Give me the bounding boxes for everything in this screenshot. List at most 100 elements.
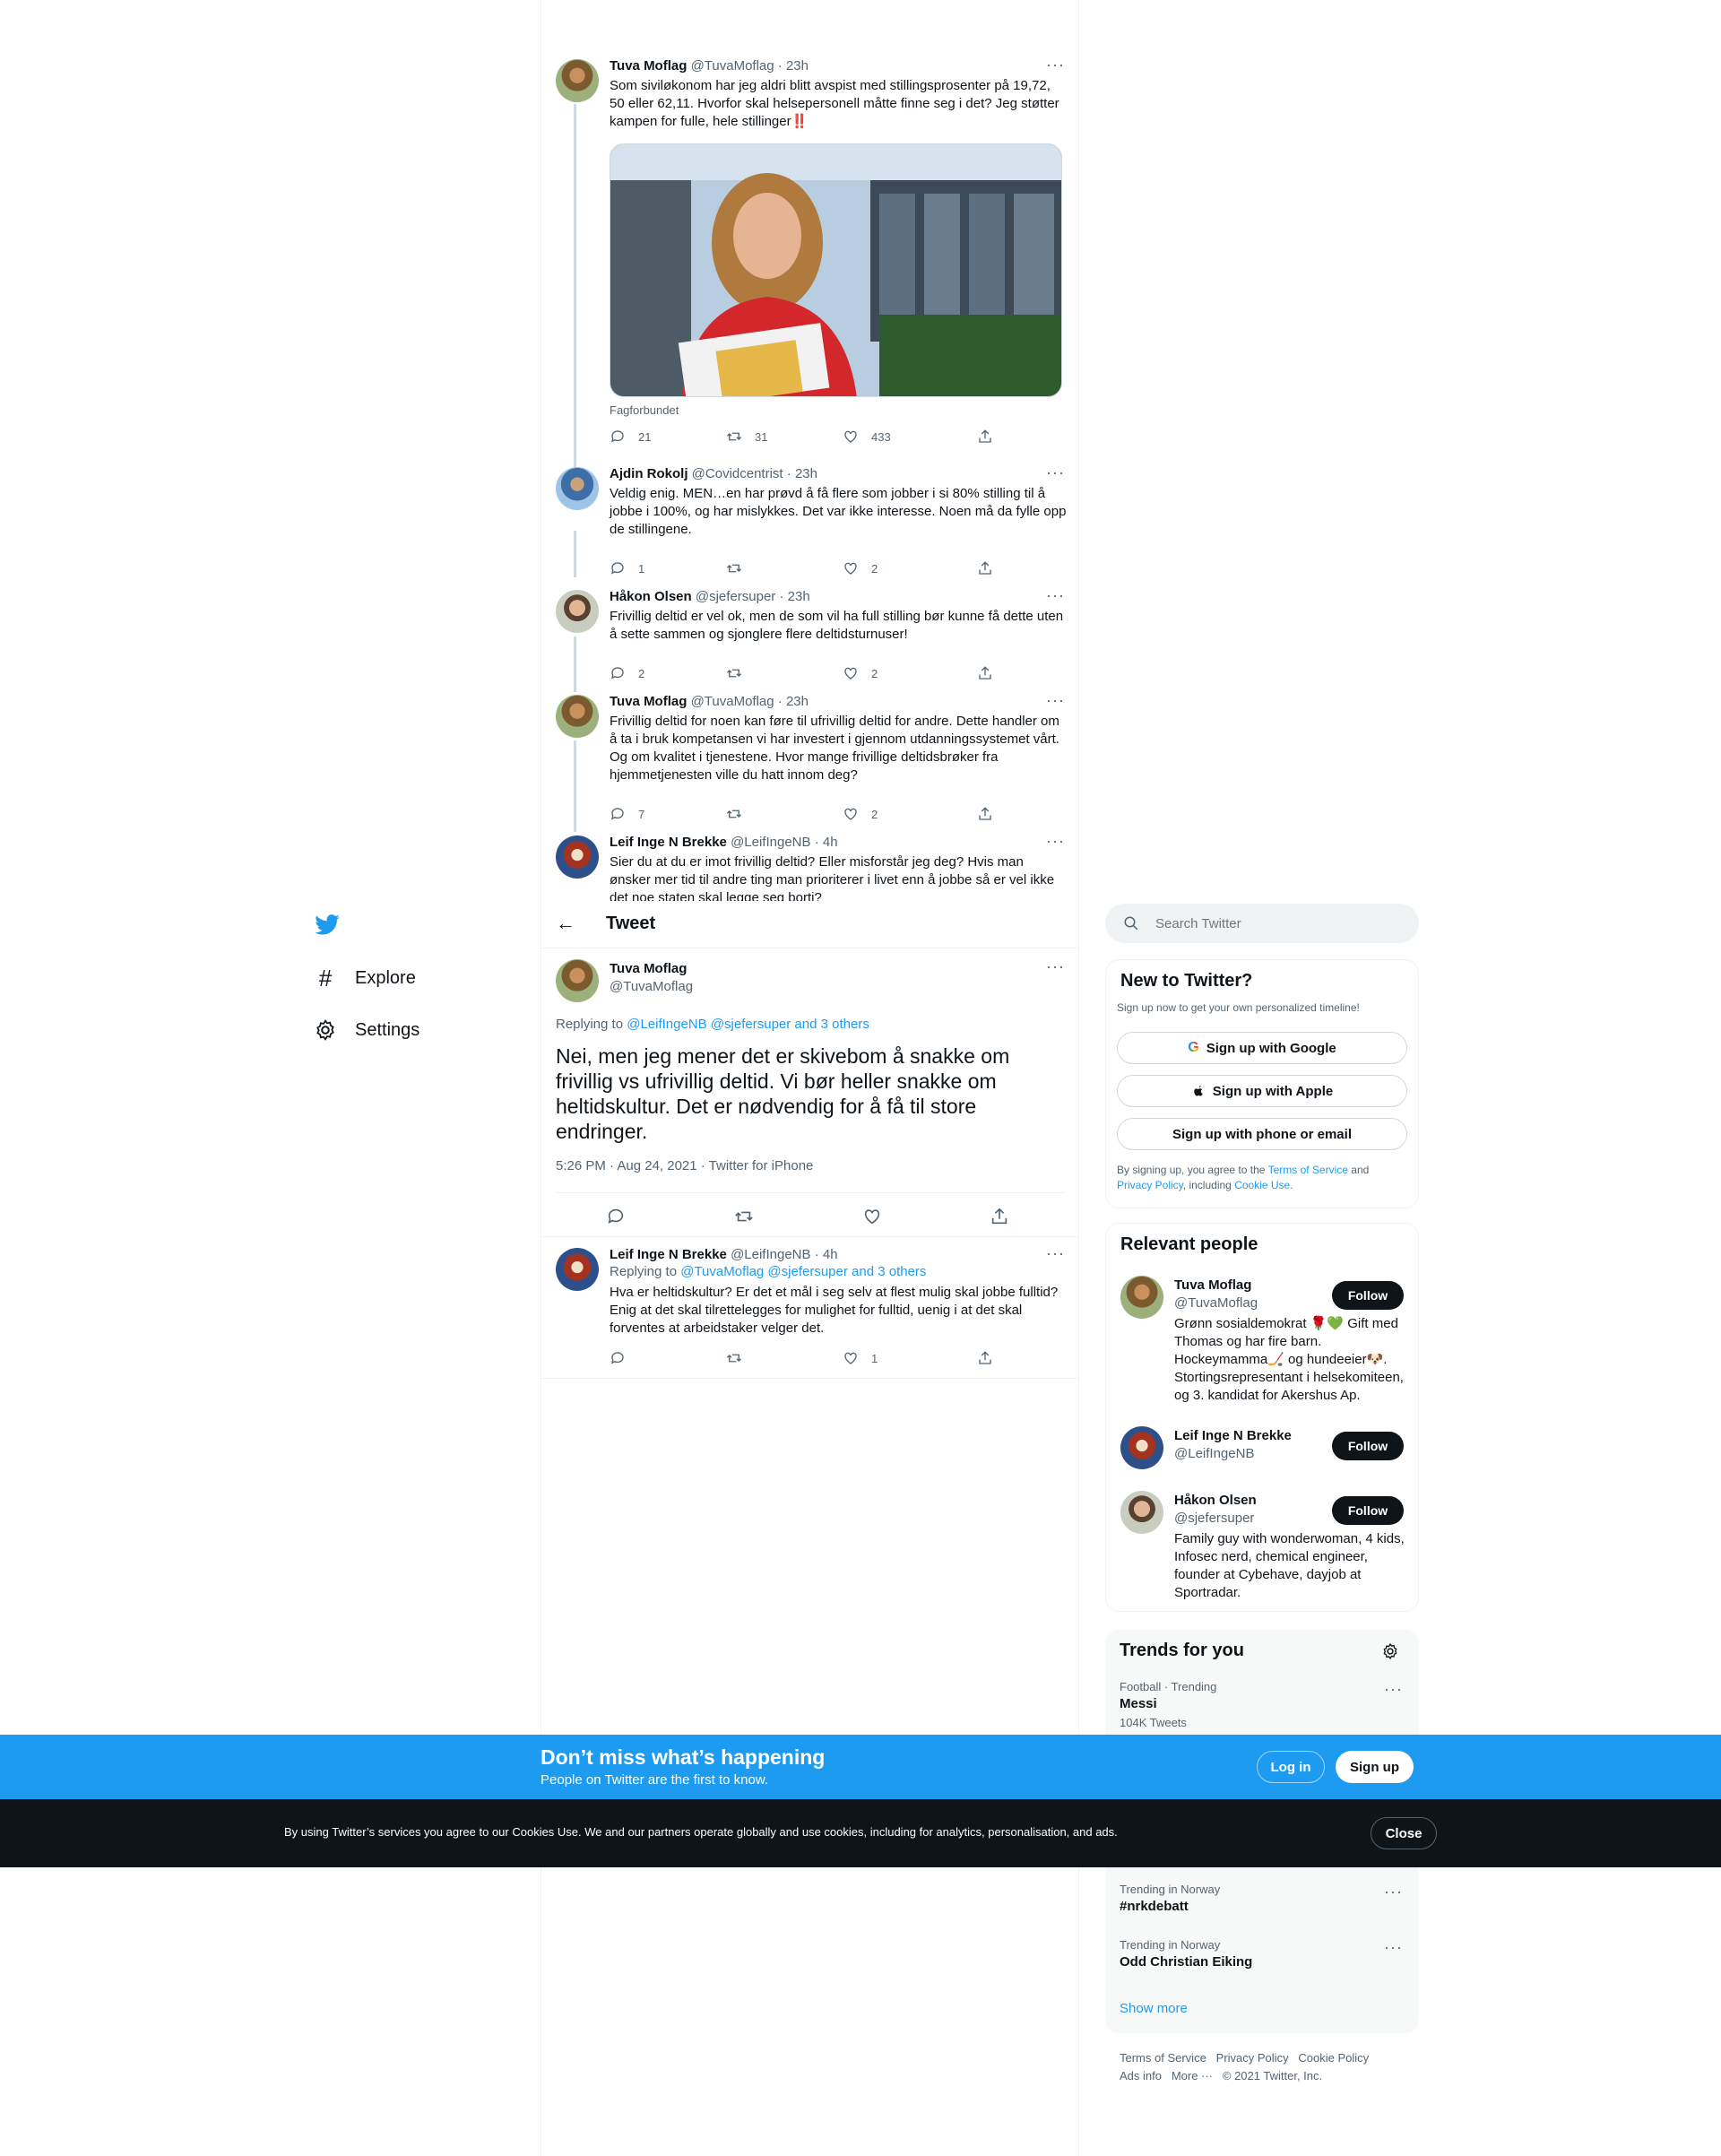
avatar[interactable]: [556, 467, 599, 510]
trends-settings-icon[interactable]: [1381, 1642, 1399, 1665]
author-handle[interactable]: @LeifIngeNB: [731, 1247, 810, 1262]
thread-tweet[interactable]: Tuva Moflag @TuvaMoflag · 23h ··· Frivil…: [541, 691, 1079, 821]
author-handle[interactable]: @Covidcentrist: [692, 466, 783, 481]
share-button[interactable]: [990, 1207, 1009, 1231]
search-input[interactable]: [1155, 915, 1397, 931]
author-name[interactable]: Håkon Olsen: [610, 589, 692, 604]
more-options-icon[interactable]: ···: [1384, 1680, 1403, 1699]
avatar[interactable]: [556, 59, 599, 102]
signup-apple-button[interactable]: Sign up with Apple: [1117, 1075, 1407, 1107]
signup-google-button[interactable]: G Sign up with Google: [1117, 1032, 1407, 1064]
avatar[interactable]: [1120, 1276, 1163, 1319]
reply-button[interactable]: 1: [610, 560, 644, 576]
like-button[interactable]: 2: [843, 560, 878, 576]
thread-tweet[interactable]: Ajdin Rokolj @Covidcentrist · 23h ··· Ve…: [541, 463, 1079, 580]
footer-privacy-link[interactable]: Privacy Policy: [1216, 2051, 1289, 2065]
share-button[interactable]: [977, 560, 993, 576]
tweet-photo[interactable]: [610, 143, 1062, 397]
more-options-icon[interactable]: ···: [1046, 832, 1065, 851]
avatar[interactable]: [556, 959, 599, 1002]
reply-button[interactable]: [610, 1350, 626, 1366]
cookie-close-button[interactable]: Close: [1371, 1817, 1437, 1849]
reply-button[interactable]: 7: [610, 806, 644, 822]
footer-more-link[interactable]: More ···: [1172, 2069, 1213, 2082]
person-name[interactable]: Håkon Olsen: [1174, 1493, 1257, 1508]
more-options-icon[interactable]: ···: [1046, 1244, 1065, 1263]
share-button[interactable]: [977, 665, 993, 681]
search-box[interactable]: [1105, 904, 1419, 943]
retweet-button[interactable]: [726, 806, 742, 822]
share-button[interactable]: [977, 806, 993, 822]
twitter-logo-icon[interactable]: [314, 911, 342, 939]
thread-tweet[interactable]: Tuva Moflag @TuvaMoflag · 23h ··· Som si…: [541, 56, 1079, 459]
author-handle[interactable]: @LeifIngeNB: [731, 835, 810, 850]
like-button[interactable]: 2: [843, 806, 878, 822]
tweet-time[interactable]: · 23h: [778, 58, 809, 74]
avatar[interactable]: [556, 836, 599, 879]
back-arrow-icon[interactable]: ←: [556, 913, 575, 933]
retweet-button[interactable]: 31: [726, 429, 767, 445]
author-name[interactable]: Tuva Moflag: [610, 58, 687, 74]
footer-cookie-link[interactable]: Cookie Policy: [1298, 2051, 1369, 2065]
nav-explore[interactable]: # Explore: [314, 963, 416, 993]
thread-tweet[interactable]: Leif Inge N Brekke @LeifIngeNB · 4h ··· …: [541, 832, 1079, 901]
follow-button[interactable]: Follow: [1332, 1496, 1404, 1525]
follow-button[interactable]: Follow: [1332, 1281, 1404, 1310]
footer-ads-link[interactable]: Ads info: [1120, 2069, 1162, 2082]
tweet-time[interactable]: · 23h: [787, 466, 817, 481]
author-name[interactable]: Leif Inge N Brekke: [610, 835, 727, 850]
footer-terms-link[interactable]: Terms of Service: [1120, 2051, 1206, 2065]
media-caption[interactable]: Fagforbundet: [610, 403, 679, 417]
like-button[interactable]: [862, 1207, 882, 1231]
privacy-link[interactable]: Privacy Policy: [1117, 1179, 1183, 1191]
follow-button[interactable]: Follow: [1332, 1432, 1404, 1460]
more-options-icon[interactable]: ···: [1046, 56, 1065, 74]
tweet-time[interactable]: · 4h: [815, 1247, 838, 1262]
reply-button[interactable]: 21: [610, 429, 651, 445]
person-item[interactable]: Håkon Olsen @sjefersuper Follow Family g…: [1106, 1491, 1418, 1607]
retweet-button[interactable]: [734, 1207, 754, 1231]
author-name[interactable]: Leif Inge N Brekke: [610, 1247, 727, 1262]
tweet-meta[interactable]: 5:26 PM · Aug 24, 2021 · Twitter for iPh…: [556, 1158, 813, 1173]
retweet-button[interactable]: [726, 560, 742, 576]
more-options-icon[interactable]: ···: [1046, 463, 1065, 482]
nav-settings[interactable]: Settings: [314, 1015, 419, 1045]
reply-button[interactable]: 2: [610, 665, 644, 681]
author-handle[interactable]: @sjefersuper: [696, 589, 775, 604]
author-handle[interactable]: @TuvaMoflag: [610, 979, 693, 994]
avatar[interactable]: [1120, 1426, 1163, 1469]
retweet-button[interactable]: [726, 665, 742, 681]
like-button[interactable]: 433: [843, 429, 891, 445]
share-button[interactable]: [977, 429, 993, 445]
cookie-link[interactable]: Cookie Use.: [1234, 1179, 1293, 1191]
more-options-icon[interactable]: ···: [1384, 1883, 1403, 1901]
tweet-time[interactable]: · 4h: [815, 835, 838, 850]
more-options-icon[interactable]: ···: [1046, 586, 1065, 605]
tweet-time[interactable]: · 23h: [778, 694, 809, 709]
person-handle[interactable]: @TuvaMoflag: [1174, 1295, 1258, 1311]
like-button[interactable]: 1: [843, 1350, 878, 1366]
replying-to-link[interactable]: @TuvaMoflag @sjefersuper and 3 others: [680, 1264, 926, 1279]
avatar[interactable]: [556, 695, 599, 738]
avatar[interactable]: [556, 1248, 599, 1291]
more-options-icon[interactable]: ···: [1046, 957, 1065, 976]
share-button[interactable]: [977, 1350, 993, 1366]
replying-to-link[interactable]: @LeifIngeNB @sjefersuper and 3 others: [627, 1017, 869, 1032]
show-more-link[interactable]: Show more: [1120, 2001, 1188, 2016]
retweet-button[interactable]: [726, 1350, 742, 1366]
author-name[interactable]: Tuva Moflag: [610, 694, 687, 709]
person-handle[interactable]: @sjefersuper: [1174, 1511, 1254, 1526]
person-handle[interactable]: @LeifIngeNB: [1174, 1446, 1254, 1461]
reply-button[interactable]: [606, 1207, 626, 1231]
more-options-icon[interactable]: ···: [1384, 1938, 1403, 1957]
author-handle[interactable]: @TuvaMoflag: [691, 694, 774, 709]
avatar[interactable]: [556, 590, 599, 633]
person-item[interactable]: Tuva Moflag @TuvaMoflag Follow Grønn sos…: [1106, 1276, 1418, 1410]
login-button[interactable]: Log in: [1257, 1751, 1325, 1783]
tos-link[interactable]: Terms of Service: [1268, 1164, 1348, 1176]
tweet-time[interactable]: · 23h: [779, 589, 809, 604]
author-name[interactable]: Ajdin Rokolj: [610, 466, 688, 481]
thread-tweet[interactable]: Håkon Olsen @sjefersuper · 23h ··· Frivi…: [541, 586, 1079, 680]
reply-tweet[interactable]: Leif Inge N Brekke @LeifIngeNB · 4h ··· …: [541, 1237, 1079, 1379]
signup-phone-button[interactable]: Sign up with phone or email: [1117, 1118, 1407, 1150]
